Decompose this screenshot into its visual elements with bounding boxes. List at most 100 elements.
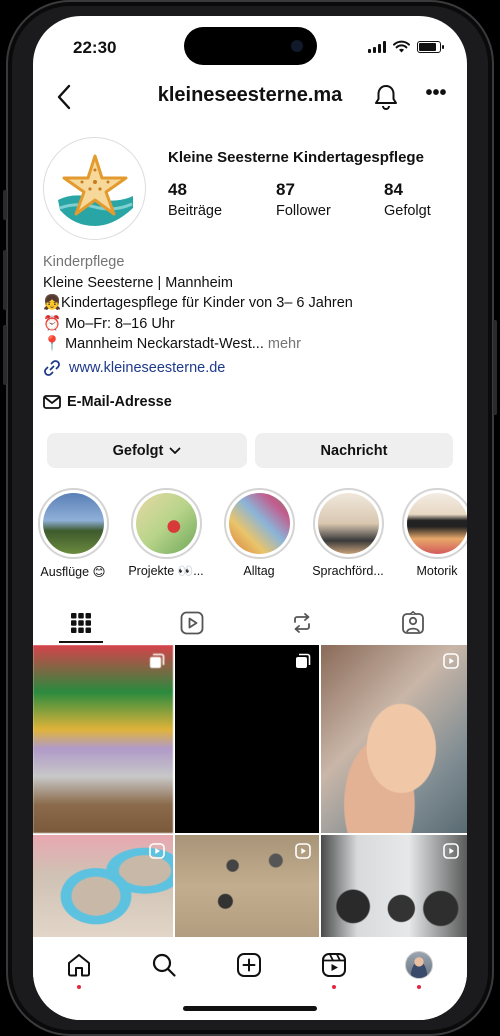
profile-avatar[interactable]: [43, 137, 146, 240]
bell-icon: [375, 85, 397, 110]
envelope-icon: [43, 395, 61, 409]
post-thumbnail[interactable]: [175, 835, 319, 937]
reels-icon: [180, 611, 204, 635]
phone-side-button: [3, 250, 7, 310]
highlight-item[interactable]: Alltag: [216, 488, 302, 578]
chevron-down-icon: [169, 447, 181, 454]
highlight-item[interactable]: Projekte 👀...: [123, 488, 209, 579]
message-label: Nachricht: [320, 442, 388, 459]
nav-home[interactable]: [63, 949, 95, 989]
highlight-cover: [406, 493, 467, 554]
notifications-button[interactable]: [372, 82, 400, 112]
stat-posts[interactable]: 48 Beiträge: [168, 180, 276, 219]
post-thumbnail[interactable]: [33, 835, 173, 937]
message-button[interactable]: Nachricht: [255, 433, 453, 468]
tab-reposts[interactable]: [272, 603, 332, 643]
highlight-item[interactable]: Motorik: [394, 488, 467, 578]
repost-icon: [294, 613, 310, 633]
highlight-cover: [42, 493, 104, 554]
phone-side-button: [3, 325, 7, 385]
reel-icon: [443, 653, 459, 669]
ellipsis-icon: •••: [425, 82, 447, 104]
nav-profile[interactable]: [403, 949, 435, 989]
more-options-button[interactable]: •••: [423, 83, 449, 106]
multi-photo-icon: [150, 653, 165, 668]
highlight-label: Sprachförd...: [312, 564, 384, 578]
battery-icon: [417, 40, 444, 53]
bio-line: 👧Kindertagespflege für Kinder von 3– 6 J…: [43, 295, 353, 311]
notification-dot: [417, 985, 421, 989]
profile-bio: Kinderpflege Kleine Seesterne | Mannheim…: [43, 252, 463, 355]
bio-line: Kleine Seesterne | Mannheim: [43, 274, 233, 291]
bio-line-location: 📍 Mannheim Neckarstadt-West... mehr: [43, 334, 463, 355]
stat-label: Gefolgt: [384, 203, 431, 219]
profile-stats: 48 Beiträge 87 Follower 84 Gefolgt: [168, 180, 467, 219]
status-icons: [368, 40, 444, 53]
posts-grid: [33, 645, 467, 937]
tab-reels[interactable]: [162, 603, 222, 643]
stat-label: Beiträge: [168, 203, 223, 219]
website-url: www.kleineseesterne.de: [69, 360, 226, 376]
nav-create[interactable]: [233, 949, 265, 981]
bio-line: 📍 Mannheim Neckarstadt-West...: [43, 336, 264, 352]
search-icon: [152, 953, 176, 977]
highlight-label: Ausflüge 😊: [40, 565, 106, 579]
stat-value: 84: [384, 180, 403, 199]
story-highlights: Ausflüge 😊 Projekte 👀... Alltag Sprachfö…: [33, 488, 467, 588]
following-label: Gefolgt: [112, 442, 164, 459]
phone-side-button: [3, 190, 7, 220]
reel-icon: [443, 843, 459, 859]
post-thumbnail[interactable]: [175, 645, 319, 833]
nav-reels[interactable]: [318, 949, 350, 989]
stat-following[interactable]: 84 Gefolgt: [384, 180, 467, 219]
starfish-logo: [58, 152, 133, 226]
phone-side-button: [493, 320, 497, 415]
following-button[interactable]: Gefolgt: [47, 433, 247, 468]
highlight-label: Alltag: [243, 564, 275, 578]
reel-icon: [149, 843, 165, 859]
plus-square-icon: [237, 953, 261, 977]
active-tab-indicator: [59, 641, 103, 643]
status-time: 22:30: [73, 38, 117, 57]
highlight-cover: [135, 493, 197, 554]
cellular-signal-icon: [368, 40, 386, 53]
post-thumbnail[interactable]: [321, 835, 467, 937]
notification-dot: [332, 985, 336, 989]
tagged-icon: [402, 611, 424, 634]
nav-search[interactable]: [148, 949, 180, 981]
email-button[interactable]: E-Mail-Adresse: [43, 394, 172, 410]
website-link[interactable]: www.kleineseesterne.de: [43, 359, 225, 377]
multi-photo-icon: [296, 653, 311, 668]
stat-value: 87: [276, 180, 295, 199]
highlight-label: Motorik: [416, 564, 458, 578]
grid-icon: [71, 613, 91, 633]
stat-value: 48: [168, 180, 187, 199]
dynamic-island: [184, 27, 317, 65]
home-indicator: [183, 1006, 317, 1011]
stat-label: Follower: [276, 203, 331, 219]
app-screen: 22:30 kleineseesterne.ma ••• Kleine Sees…: [33, 16, 467, 1020]
highlight-label: Projekte 👀...: [128, 564, 204, 578]
highlight-item[interactable]: Sprachförd...: [305, 488, 391, 578]
wifi-icon: [393, 40, 410, 53]
tab-tagged[interactable]: [383, 603, 443, 643]
email-label: E-Mail-Adresse: [67, 394, 172, 410]
tab-posts[interactable]: [51, 603, 111, 643]
bio-more-link[interactable]: mehr: [268, 336, 301, 352]
highlight-item[interactable]: Ausflüge 😊: [33, 488, 116, 579]
reel-icon: [295, 843, 311, 859]
reels-icon: [322, 953, 346, 977]
highlight-cover: [317, 493, 379, 554]
bio-line: ⏰ Mo–Fr: 8–16 Uhr: [43, 315, 175, 332]
bio-category: Kinderpflege: [43, 254, 125, 270]
post-thumbnail[interactable]: [33, 645, 173, 833]
avatar: [405, 951, 433, 979]
stat-followers[interactable]: 87 Follower: [276, 180, 384, 219]
post-thumbnail[interactable]: [321, 645, 467, 833]
link-icon: [44, 360, 60, 376]
highlight-cover: [228, 493, 290, 554]
profile-tabs: [33, 603, 467, 643]
profile-username: kleineseesterne.ma: [157, 84, 343, 106]
home-icon: [68, 954, 90, 977]
notification-dot: [77, 985, 81, 989]
